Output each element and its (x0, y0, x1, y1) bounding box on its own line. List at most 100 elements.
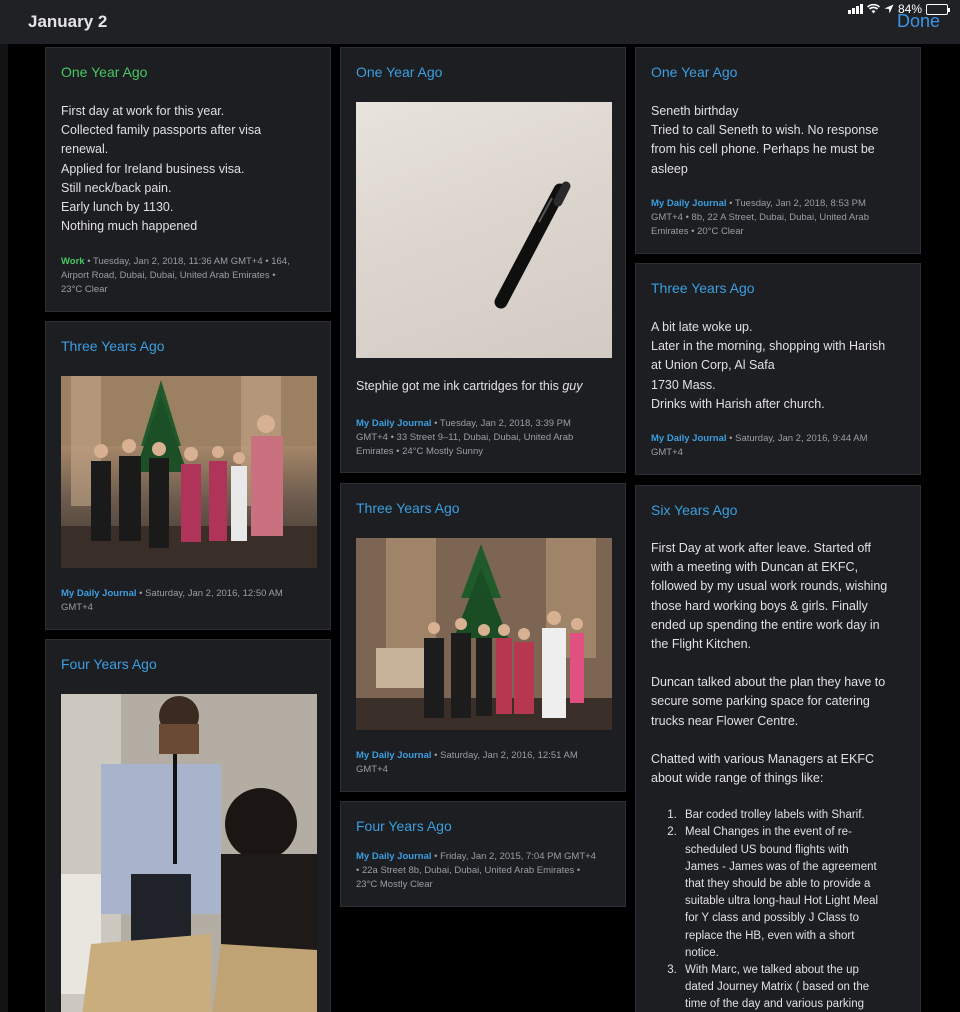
entry-text: First Day at work after leave. Started o… (651, 539, 913, 1012)
meta-line: • Friday, Jan 2, 2015, 7:04 PM GMT+4 (431, 851, 596, 862)
list-item-line: that they should be able to provide a (685, 878, 871, 891)
meta-line: GMT+4 (651, 447, 683, 458)
memory-card-four-years-ago-photo[interactable]: Four Years Ago (45, 639, 331, 1012)
card-heading: Four Years Ago (61, 656, 157, 672)
memory-card-one-year-ago-pen[interactable]: One Year Ago Stephie got me ink cartridg… (340, 47, 626, 473)
entry-metadata: My Daily Journal • Tuesday, Jan 2, 2018,… (651, 197, 869, 239)
entry-line: Drinks with Harish after church. (651, 396, 825, 411)
card-heading: One Year Ago (61, 64, 148, 80)
entry-metadata: Work • Tuesday, Jan 2, 2018, 11:36 AM GM… (61, 255, 290, 297)
journal-name[interactable]: My Daily Journal (356, 418, 432, 429)
entry-metadata: My Daily Journal • Tuesday, Jan 2, 2018,… (356, 417, 573, 459)
entry-paragraph: Duncan talked about the plan they have t… (651, 673, 913, 731)
photo-illustration (356, 538, 612, 730)
list-item: With Marc, we talked about the up dated … (680, 962, 913, 1012)
meta-line: • Saturday, Jan 2, 2016, 9:44 AM (726, 433, 868, 444)
entry-line: A bit late woke up. (651, 320, 753, 334)
caption-text: Stephie got me ink cartridges for this (356, 379, 563, 393)
wifi-icon (867, 4, 880, 14)
entry-line: secure some parking space for catering (651, 694, 870, 709)
entry-metadata: My Daily Journal • Saturday, Jan 2, 2016… (356, 749, 578, 777)
journal-name[interactable]: Work (61, 256, 85, 267)
list-item: Bar coded trolley labels with Sharif. (680, 807, 913, 824)
card-heading: Three Years Ago (651, 280, 755, 296)
entry-line: Later in the morning, shopping with Hari… (651, 339, 886, 354)
meta-line: Airport Road, Dubai, Dubai, United Arab … (61, 270, 276, 281)
entry-paragraph: Chatted with various Managers at EKFC ab… (651, 750, 913, 788)
meta-line: GMT+4 (61, 602, 93, 613)
list-item-line: notice. (685, 946, 719, 959)
entry-line: asleep (651, 161, 688, 176)
list-item-line: replace the HB, even with a short (685, 929, 855, 942)
list-item-line: dated Journey Matrix ( based on the (685, 981, 870, 994)
meta-line: 23°C Clear (61, 284, 108, 295)
entry-line: Seneth birthday (651, 104, 739, 118)
list-item-line: James - James was of the agreement (685, 860, 877, 873)
photo-illustration (61, 694, 317, 1012)
family-christmas-photo-2[interactable] (356, 538, 612, 730)
entry-line: with a meeting with Duncan at EKFC, (651, 560, 859, 575)
entry-text: First day at work for this year. Collect… (61, 102, 261, 236)
entry-line: about wide range of things like: (651, 771, 824, 786)
entry-line: Early lunch by 1130. (61, 200, 174, 215)
card-heading: Four Years Ago (356, 818, 452, 834)
location-arrow-icon (884, 4, 894, 14)
entry-paragraph: First Day at work after leave. Started o… (651, 539, 913, 654)
memory-card-three-years-ago-photo-2[interactable]: Three Years Ago My Daily Journal • Satur… (340, 483, 626, 792)
sidebar-edge (0, 44, 8, 1012)
memory-card-four-years-ago-entry[interactable]: Four Years Ago My Daily Journal • Friday… (340, 801, 626, 907)
entry-line: Chatted with various Managers at EKFC (651, 751, 875, 766)
journal-name[interactable]: My Daily Journal (356, 750, 432, 761)
journal-name[interactable]: My Daily Journal (651, 198, 727, 209)
entry-line: Nothing much happened (61, 219, 198, 234)
family-christmas-photo[interactable] (61, 376, 317, 568)
meta-line: • Tuesday, Jan 2, 2018, 11:36 AM GMT+4 •… (84, 256, 290, 267)
list-item-line: time of the day and various parking (685, 998, 864, 1011)
entry-line: renewal. (61, 142, 109, 157)
battery-icon (926, 3, 950, 15)
meta-line: Emirates • 20°C Clear (651, 226, 744, 237)
memory-card-one-year-ago-work[interactable]: One Year Ago First day at work for this … (45, 47, 331, 312)
entry-line: First Day at work after leave. Started o… (651, 541, 871, 555)
entry-line: followed by my usual work rounds, wishin… (651, 579, 888, 594)
memory-card-three-years-ago-photo[interactable]: Three Years Ago My Daily Journal • Satur… (45, 321, 331, 630)
list-item-line: With Marc, we talked about the up (685, 964, 859, 977)
card-heading: One Year Ago (651, 64, 738, 80)
entry-metadata: My Daily Journal • Saturday, Jan 2, 2016… (651, 432, 868, 460)
meta-line: • Tuesday, Jan 2, 2018, 3:39 PM (431, 418, 571, 429)
pen-photo[interactable] (356, 102, 612, 358)
card-heading: Three Years Ago (356, 500, 460, 516)
speaker-photo[interactable] (61, 694, 317, 1012)
entry-line: 1730 Mass. (651, 377, 716, 392)
card-heading: One Year Ago (356, 64, 443, 80)
meta-line: 23°C Mostly Clear (356, 879, 433, 890)
memory-card-six-years-ago[interactable]: Six Years Ago First Day at work after le… (635, 485, 921, 1012)
memory-card-three-years-ago-shopping[interactable]: Three Years Ago A bit late woke up. Late… (635, 263, 921, 475)
list-item-line: scheduled US bound flights with (685, 843, 849, 856)
list-item-line: Bar coded trolley labels with Sharif. (685, 809, 865, 822)
entry-metadata: My Daily Journal • Friday, Jan 2, 2015, … (356, 850, 596, 892)
journal-name[interactable]: My Daily Journal (356, 851, 432, 862)
entry-line: Applied for Ireland business visa. (61, 161, 245, 176)
entry-text: A bit late woke up. Later in the morning… (651, 318, 885, 414)
numbered-list: Bar coded trolley labels with Sharif. Me… (651, 807, 913, 1012)
photo-illustration (494, 181, 571, 309)
entry-line: from his cell phone. Perhaps he must be (651, 142, 875, 157)
page-title: January 2 (28, 12, 108, 31)
entry-line: at Union Corp, Al Safa (651, 358, 775, 373)
journal-name[interactable]: My Daily Journal (651, 433, 727, 444)
list-item-line: Meal Changes in the event of re- (685, 826, 852, 839)
entry-line: First day at work for this year. (61, 104, 225, 118)
meta-line: GMT+4 (356, 764, 388, 775)
journal-name[interactable]: My Daily Journal (61, 588, 137, 599)
meta-line: • Saturday, Jan 2, 2016, 12:50 AM (136, 588, 283, 599)
photo-illustration (61, 376, 317, 568)
entry-line: the Flight Kitchen. (651, 637, 752, 652)
entry-line: Collected family passports after visa (61, 123, 262, 138)
meta-line: GMT+4 • 33 Street 9–11, Dubai, Dubai, Un… (356, 432, 574, 443)
memory-card-one-year-ago-birthday[interactable]: One Year Ago Seneth birthday Tried to ca… (635, 47, 921, 254)
card-heading: Three Years Ago (61, 338, 165, 354)
entry-text: Seneth birthday Tried to call Seneth to … (651, 102, 878, 179)
card-heading: Six Years Ago (651, 502, 738, 518)
entry-line: Still neck/back pain. (61, 180, 172, 195)
